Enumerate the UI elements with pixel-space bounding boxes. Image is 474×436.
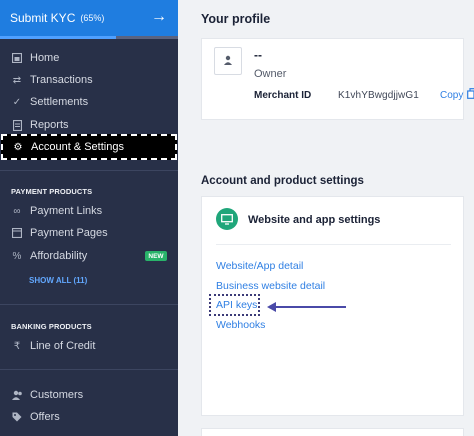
merchant-id-value: K1vhYBwgdjjwG1: [338, 90, 419, 101]
website-app-settings-title: Website and app settings: [248, 214, 381, 226]
link-icon: ∞: [13, 205, 21, 217]
kyc-percent: (65%): [80, 13, 105, 23]
nav-payment-links-label: Payment Links: [30, 205, 103, 217]
nav-payment-links[interactable]: ∞ Payment Links: [0, 200, 178, 222]
arrows-exchange-icon: ⇄: [12, 74, 22, 86]
nav-offers-label: Offers: [30, 411, 60, 423]
nav-reports-label: Reports: [30, 119, 69, 131]
show-all-link[interactable]: SHOW ALL (11): [29, 276, 87, 285]
nav-line-of-credit-label: Line of Credit: [30, 340, 96, 352]
nav-home[interactable]: Home: [0, 47, 178, 69]
website-app-detail-link[interactable]: Website/App detail: [216, 260, 303, 272]
profile-name: --: [254, 48, 262, 62]
nav-offers[interactable]: Offers: [0, 406, 178, 428]
users-icon: [11, 389, 23, 401]
sidebar-divider: [0, 170, 178, 171]
nav-customers-label: Customers: [30, 389, 84, 401]
nav-settlements[interactable]: ✓ Settlements: [0, 91, 178, 113]
website-app-settings-card: Website and app settings Website/App det…: [201, 196, 464, 416]
nav-settlements-label: Settlements: [30, 96, 89, 108]
business-website-detail-link[interactable]: Business website detail: [216, 280, 325, 292]
nav-transactions-label: Transactions: [30, 74, 93, 86]
sidebar-divider: [0, 369, 178, 370]
nav-payment-pages[interactable]: Payment Pages: [0, 222, 178, 244]
nav-account-settings[interactable]: ⚙ Account & Settings: [1, 134, 177, 160]
home-icon: [11, 52, 23, 64]
profile-role: Owner: [254, 68, 287, 80]
nav-transactions[interactable]: ⇄ Transactions: [0, 69, 178, 91]
percent-tag-icon: %: [12, 250, 22, 262]
next-card: [201, 428, 464, 436]
rupee-icon: ₹: [13, 340, 21, 352]
banking-products-heading: BANKING PRODUCTS: [11, 322, 92, 331]
webhooks-link[interactable]: Webhooks: [216, 319, 265, 331]
document-icon: [11, 119, 23, 131]
sidebar: Submit KYC (65%) → Home ⇄ Transactions ✓…: [0, 0, 178, 436]
kyc-progress-bar: [0, 36, 178, 39]
page-title: Your profile: [201, 12, 271, 26]
avatar: [214, 47, 242, 75]
sidebar-divider: [0, 304, 178, 305]
check-icon: ✓: [12, 96, 22, 108]
monitor-icon: [216, 208, 238, 230]
profile-card: -- Owner Merchant ID K1vhYBwgdjjwG1 Copy: [201, 38, 474, 120]
main-content: Your profile -- Owner Merchant ID K1vhYB…: [178, 0, 474, 436]
pointer-arrow-line: [273, 306, 346, 308]
card-divider: [216, 244, 451, 245]
nav-payment-pages-label: Payment Pages: [30, 227, 108, 239]
submit-kyc-button[interactable]: Submit KYC (65%) →: [0, 0, 178, 36]
tag-icon: [11, 411, 23, 423]
copy-icon: [467, 88, 474, 102]
nav-home-label: Home: [30, 52, 60, 64]
arrow-right-icon: →: [151, 8, 167, 25]
merchant-id-label: Merchant ID: [254, 90, 312, 101]
payment-products-heading: PAYMENT PRODUCTS: [11, 187, 93, 196]
settings-section-title: Account and product settings: [201, 175, 364, 187]
nav-customers[interactable]: Customers: [0, 384, 178, 406]
kyc-label: Submit KYC: [10, 11, 76, 25]
page-icon: [11, 227, 23, 239]
gear-icon: ⚙: [13, 141, 23, 153]
copy-label: Copy: [440, 89, 464, 101]
nav-reports[interactable]: Reports: [0, 114, 178, 136]
user-icon: [223, 52, 233, 70]
nav-account-settings-label: Account & Settings: [31, 141, 124, 153]
kyc-progress-fill: [0, 36, 116, 39]
api-keys-link[interactable]: API keys: [216, 299, 257, 311]
new-badge: NEW: [145, 251, 167, 261]
copy-merchant-id-button[interactable]: Copy: [440, 88, 474, 102]
nav-line-of-credit[interactable]: ₹ Line of Credit: [0, 335, 178, 357]
nav-affordability-label: Affordability: [30, 250, 88, 262]
